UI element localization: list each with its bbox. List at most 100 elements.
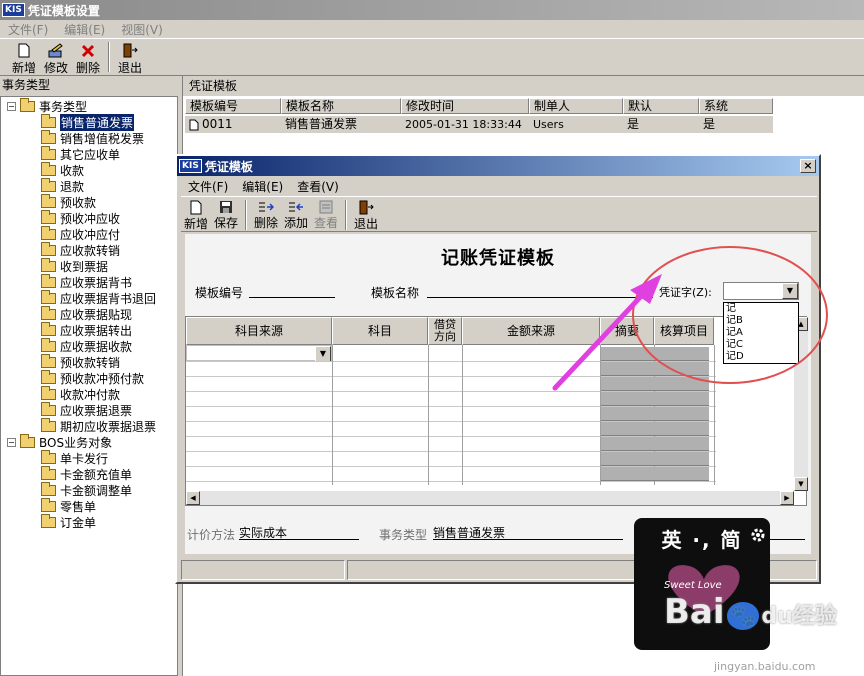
dialog-delete-button[interactable]: 删除	[251, 197, 281, 231]
tree-item[interactable]: 销售普通发票	[41, 113, 135, 131]
right-panel-header: 凭证模板	[183, 76, 864, 96]
grid-cell-disabled	[655, 467, 709, 481]
edit-button[interactable]: 修改	[40, 39, 72, 76]
scroll-down-icon[interactable]: ▼	[794, 477, 808, 491]
dialog-add-button[interactable]: 添加	[281, 197, 311, 231]
col-system[interactable]: 系统	[699, 98, 773, 114]
dialog-menubar: 文件(F) 编辑(E) 查看(V)	[181, 178, 346, 195]
voucher-word-dropdown[interactable]: 记 记B 记A 记C 记D	[723, 302, 799, 364]
voucher-word-select[interactable]: ▼	[723, 282, 799, 300]
transaction-type-tree[interactable]: − 事务类型 销售普通发票 销售增值税发票 其它应收单 收款 退款 预收款 预收冲应收 应收冲应…	[0, 96, 178, 676]
baidu-watermark: Bai 🐾 du经验	[664, 592, 837, 632]
delete-button[interactable]: 删除	[72, 39, 104, 76]
tree-item[interactable]: 应收冲应付	[41, 225, 120, 242]
col-template-no[interactable]: 模板编号	[185, 98, 281, 114]
grid-row-line	[186, 481, 716, 482]
grid-cell-disabled	[601, 422, 655, 436]
template-no-field[interactable]	[249, 284, 335, 298]
col-default[interactable]: 默认	[623, 98, 699, 114]
dialog-exit-button[interactable]: 退出	[351, 197, 381, 231]
cell-template-name: 销售普通发票	[281, 116, 401, 133]
col-creator[interactable]: 制单人	[529, 98, 623, 114]
tree-item[interactable]: 收款冲付款	[41, 385, 120, 402]
tree-item[interactable]: 期初应收票据退票	[41, 417, 156, 434]
folder-icon	[41, 465, 56, 480]
biz-type-field[interactable]: 销售普通发票	[433, 524, 623, 540]
tree-item[interactable]: 订金单	[41, 513, 96, 530]
collapse-icon[interactable]: −	[7, 437, 16, 447]
exit-button[interactable]: 退出	[114, 39, 146, 76]
menu-edit[interactable]: 编辑(E)	[56, 21, 113, 38]
dropdown-option[interactable]: 记D	[724, 351, 798, 363]
new-button[interactable]: 新增	[8, 39, 40, 76]
folder-icon	[41, 385, 56, 400]
tree-item-label: 销售普通发票	[60, 113, 135, 131]
tree-item[interactable]: 应收票据退票	[41, 401, 132, 418]
folder-icon	[41, 497, 56, 512]
watermark-subtitle: Sweet Love	[664, 580, 722, 591]
grid-header-account: 科目	[332, 317, 428, 345]
tree-item[interactable]: 应收票据转出	[41, 321, 132, 338]
menu-file[interactable]: 文件(F)	[0, 21, 56, 38]
tree-item-label: 应收票据收款	[60, 339, 133, 354]
scroll-right-icon[interactable]: ▶	[780, 491, 794, 505]
tree-item[interactable]: 预收款	[41, 193, 96, 210]
app-titlebar: KIS 凭证模板设置	[0, 0, 864, 20]
tree-item[interactable]: 应收票据背书	[41, 273, 132, 290]
template-name-field[interactable]	[427, 284, 653, 298]
tree-item-label: 卡金额充值单	[60, 467, 133, 482]
close-button[interactable]: ×	[800, 159, 816, 173]
cell-template-no: 0011	[202, 117, 233, 131]
chevron-down-icon[interactable]: ▼	[315, 346, 331, 362]
tree-item[interactable]: 应收款转销	[41, 241, 120, 258]
dropdown-option[interactable]: 记B	[724, 315, 798, 327]
account-source-select[interactable]: ▼	[186, 345, 332, 362]
tree-item[interactable]: 预收款转销	[41, 353, 121, 370]
tree-item[interactable]: 收款	[41, 161, 84, 178]
dialog-titlebar[interactable]: KIS 凭证模板 ×	[177, 156, 819, 176]
tree-item[interactable]: 销售增值税发票	[41, 129, 144, 146]
exit-door-icon	[359, 200, 374, 215]
pricing-method-field[interactable]: 实际成本	[239, 524, 359, 540]
dialog-menu-edit[interactable]: 编辑(E)	[235, 178, 290, 195]
tree-item[interactable]: 应收票据背书退回	[41, 289, 156, 306]
tree-item[interactable]: 预收冲应收	[41, 209, 120, 226]
kis-logo: KIS	[2, 3, 25, 17]
grid-cell-disabled	[655, 377, 709, 391]
tree-item[interactable]: 卡金额调整单	[41, 481, 133, 498]
tree-item-label: 预收款转销	[60, 355, 121, 370]
dialog-title: 凭证模板	[204, 159, 253, 174]
tree-item[interactable]: 应收票据收款	[41, 337, 133, 354]
dropdown-option[interactable]: 记	[724, 303, 798, 315]
tree-item[interactable]: 卡金额充值单	[41, 465, 133, 482]
tree-item[interactable]: 退款	[41, 177, 84, 194]
tree-item[interactable]: 其它应收单	[41, 145, 120, 162]
grid-header-dc-direction: 借贷 方向	[428, 317, 462, 345]
dropdown-option[interactable]: 记A	[724, 327, 798, 339]
tree-root-bos-objects[interactable]: − BOS业务对象	[7, 433, 112, 450]
tree-item[interactable]: 单卡发行	[41, 449, 108, 466]
paw-icon: 🐾	[726, 602, 760, 630]
entry-grid[interactable]: 科目来源 科目 借贷 方向 金额来源 摘要 核算项目 ▼ ▲ ▼ ◀ ▶	[185, 316, 808, 506]
dialog-menu-file[interactable]: 文件(F)	[181, 178, 235, 195]
scroll-left-icon[interactable]: ◀	[186, 491, 200, 505]
tree-item[interactable]: 零售单	[41, 497, 96, 514]
collapse-icon[interactable]: −	[7, 101, 16, 111]
col-template-name[interactable]: 模板名称	[281, 98, 401, 114]
tree-item-label: 卡金额调整单	[60, 483, 133, 498]
tree-item[interactable]: 预收款冲预付款	[41, 369, 144, 386]
tree-item[interactable]: 收到票据	[41, 257, 108, 274]
horizontal-scrollbar[interactable]	[186, 491, 794, 505]
dialog-new-button[interactable]: 新增	[181, 197, 211, 231]
dialog-menu-view[interactable]: 查看(V)	[290, 178, 346, 195]
chevron-down-icon[interactable]: ▼	[782, 283, 798, 299]
folder-icon	[41, 337, 56, 352]
menu-view[interactable]: 视图(V)	[113, 21, 171, 38]
tree-root-transaction-types[interactable]: − 事务类型	[7, 97, 87, 114]
dropdown-option[interactable]: 记C	[724, 339, 798, 351]
toolbar-separator	[108, 42, 110, 72]
dialog-save-button[interactable]: 保存	[211, 197, 241, 231]
col-modified-time[interactable]: 修改时间	[401, 98, 529, 114]
tree-item[interactable]: 应收票据贴现	[41, 305, 132, 322]
grid-cell-disabled	[655, 392, 709, 406]
